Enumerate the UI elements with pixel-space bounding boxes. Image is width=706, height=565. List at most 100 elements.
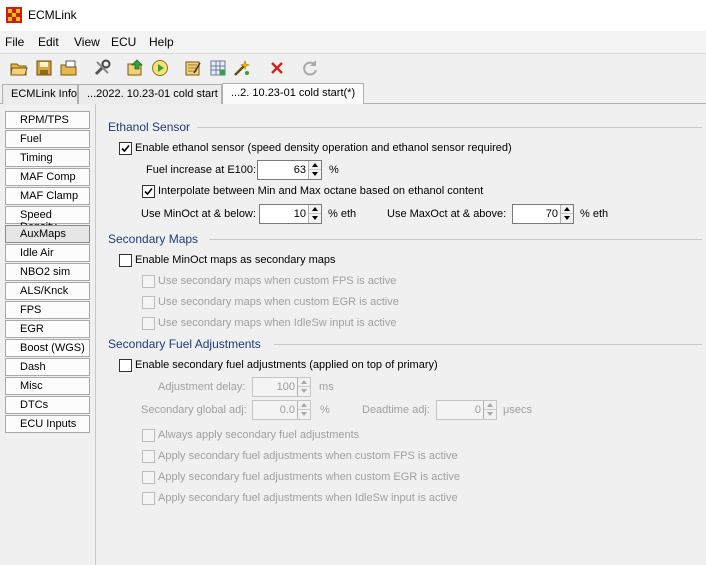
sidebar-item-timing[interactable]: Timing: [5, 149, 90, 167]
checkmark-icon: [144, 187, 153, 196]
upload-icon[interactable]: [126, 59, 144, 77]
arrow-down-icon: [312, 172, 318, 176]
tab-label: ECMLink Info: [11, 88, 78, 100]
sidebar-item-dtcs[interactable]: DTCs: [5, 396, 90, 414]
sidebar-item-maf-clamp[interactable]: MAF Clamp: [5, 187, 90, 205]
enable-ethanol-label: Enable ethanol sensor (speed density ope…: [135, 142, 512, 154]
arrow-up-icon: [312, 207, 318, 211]
arrow-up-icon: [301, 380, 307, 384]
sidebar-item-idle-air[interactable]: Idle Air: [5, 244, 90, 262]
open-folder-icon[interactable]: [10, 59, 28, 77]
decrement-button[interactable]: [298, 387, 310, 396]
decrement-button[interactable]: [309, 170, 321, 179]
tools-icon[interactable]: [93, 59, 111, 77]
fuel-increase-label: Fuel increase at E100:: [146, 164, 257, 176]
decrement-button[interactable]: [484, 410, 496, 419]
minoct-spinner[interactable]: 10: [259, 204, 322, 224]
category-sidebar: RPM/TPS Fuel Timing MAF Comp MAF Clamp S…: [0, 104, 96, 565]
arrow-up-icon: [564, 207, 570, 211]
secondary-maps-fps-checkbox[interactable]: [142, 275, 155, 288]
section-divider: [209, 239, 702, 240]
grid-edit-icon[interactable]: [209, 59, 227, 77]
fuel-adj-egr-checkbox[interactable]: [142, 471, 155, 484]
increment-button[interactable]: [484, 401, 496, 410]
sidebar-item-fps[interactable]: FPS: [5, 301, 90, 319]
sidebar-item-speed-density[interactable]: Speed Density: [5, 206, 90, 233]
tab-file-2-active[interactable]: ...2. 10.23-01 cold start(*): [222, 83, 364, 105]
secondary-maps-idlesw-checkbox[interactable]: [142, 317, 155, 330]
menu-file[interactable]: File: [5, 35, 24, 49]
deadtime-adj-unit: μsecs: [503, 404, 532, 416]
arrow-down-icon: [301, 412, 307, 416]
enable-secondary-fuel-checkbox[interactable]: [119, 359, 132, 372]
adjustment-delay-label: Adjustment delay:: [158, 381, 246, 393]
tab-label: ...2022. 10.23-01 cold start: [87, 88, 218, 100]
section-divider: [197, 127, 702, 128]
minoct-unit: % eth: [328, 208, 357, 220]
increment-button[interactable]: [309, 205, 321, 214]
menu-ecu[interactable]: ECU: [111, 35, 136, 49]
sidebar-item-als-knck[interactable]: ALS/Knck: [5, 282, 90, 300]
wand-icon[interactable]: [233, 59, 251, 77]
increment-button[interactable]: [298, 378, 310, 387]
sidebar-item-misc[interactable]: Misc: [5, 377, 90, 395]
open-multiple-icon[interactable]: [60, 59, 78, 77]
sidebar-item-nbo2-sim[interactable]: NBO2 sim: [5, 263, 90, 281]
refresh-icon[interactable]: [301, 59, 319, 77]
tab-file-1[interactable]: ...2022. 10.23-01 cold start: [78, 84, 222, 104]
arrow-up-icon: [301, 403, 307, 407]
secondary-maps-egr-checkbox[interactable]: [142, 296, 155, 309]
sidebar-item-boost-wgs[interactable]: Boost (WGS): [5, 339, 90, 357]
spinner-arrows: [308, 161, 321, 179]
spinner-arrows: [308, 205, 321, 223]
always-apply-checkbox[interactable]: [142, 429, 155, 442]
sidebar-item-maf-comp[interactable]: MAF Comp: [5, 168, 90, 186]
arrow-up-icon: [487, 403, 493, 407]
tab-ecmlink-info[interactable]: ECMLink Info: [2, 84, 78, 104]
secondary-maps-idlesw-label: Use secondary maps when IdleSw input is …: [158, 317, 397, 329]
increment-button[interactable]: [309, 161, 321, 170]
play-icon[interactable]: [151, 59, 169, 77]
interpolate-octane-checkbox[interactable]: [142, 185, 155, 198]
sidebar-item-fuel[interactable]: Fuel: [5, 130, 90, 148]
minoct-label: Use MinOct at & below:: [141, 208, 256, 220]
sidebar-item-ecu-inputs[interactable]: ECU Inputs: [5, 415, 90, 433]
save-icon[interactable]: [35, 59, 53, 77]
secondary-global-adj-value: 0.0: [279, 404, 295, 416]
deadtime-adj-spinner[interactable]: 0: [436, 400, 497, 420]
maxoct-spinner[interactable]: 70: [512, 204, 574, 224]
fuel-increase-value: 63: [293, 164, 306, 176]
arrow-down-icon: [487, 412, 493, 416]
map-edit-icon[interactable]: [184, 59, 202, 77]
close-x-icon[interactable]: [268, 59, 286, 77]
fuel-increase-spinner[interactable]: 63: [257, 160, 322, 180]
fuel-adj-idlesw-label: Apply secondary fuel adjustments when Id…: [158, 492, 458, 504]
sidebar-item-rpm-tps[interactable]: RPM/TPS: [5, 111, 90, 129]
sidebar-item-auxmaps[interactable]: AuxMaps: [5, 225, 90, 243]
arrow-down-icon: [564, 216, 570, 220]
fuel-adj-fps-checkbox[interactable]: [142, 450, 155, 463]
tab-label: ...2. 10.23-01 cold start(*): [231, 87, 356, 99]
enable-secondary-maps-checkbox[interactable]: [119, 254, 132, 267]
increment-button[interactable]: [561, 205, 573, 214]
sidebar-item-egr[interactable]: EGR: [5, 320, 90, 338]
enable-ethanol-checkbox[interactable]: [119, 142, 132, 155]
decrement-button[interactable]: [309, 214, 321, 223]
secondary-maps-egr-label: Use secondary maps when custom EGR is ac…: [158, 296, 399, 308]
menu-view[interactable]: View: [74, 35, 100, 49]
menu-edit[interactable]: Edit: [38, 35, 59, 49]
sidebar-item-dash[interactable]: Dash: [5, 358, 90, 376]
fuel-adj-idlesw-checkbox[interactable]: [142, 492, 155, 505]
deadtime-adj-value: 0: [474, 404, 481, 416]
increment-button[interactable]: [298, 401, 310, 410]
decrement-button[interactable]: [298, 410, 310, 419]
section-title-secondary-fuel: Secondary Fuel Adjustments: [108, 337, 261, 351]
enable-secondary-maps-label: Enable MinOct maps as secondary maps: [135, 254, 336, 266]
arrow-down-icon: [301, 389, 307, 393]
decrement-button[interactable]: [561, 214, 573, 223]
adjustment-delay-spinner[interactable]: 100: [252, 377, 311, 397]
secondary-global-adj-spinner[interactable]: 0.0: [252, 400, 311, 420]
auxmaps-panel: Ethanol Sensor Enable ethanol sensor (sp…: [97, 104, 706, 565]
menu-help[interactable]: Help: [149, 35, 174, 49]
document-tabs: ECMLink Info ...2022. 10.23-01 cold star…: [0, 82, 706, 105]
